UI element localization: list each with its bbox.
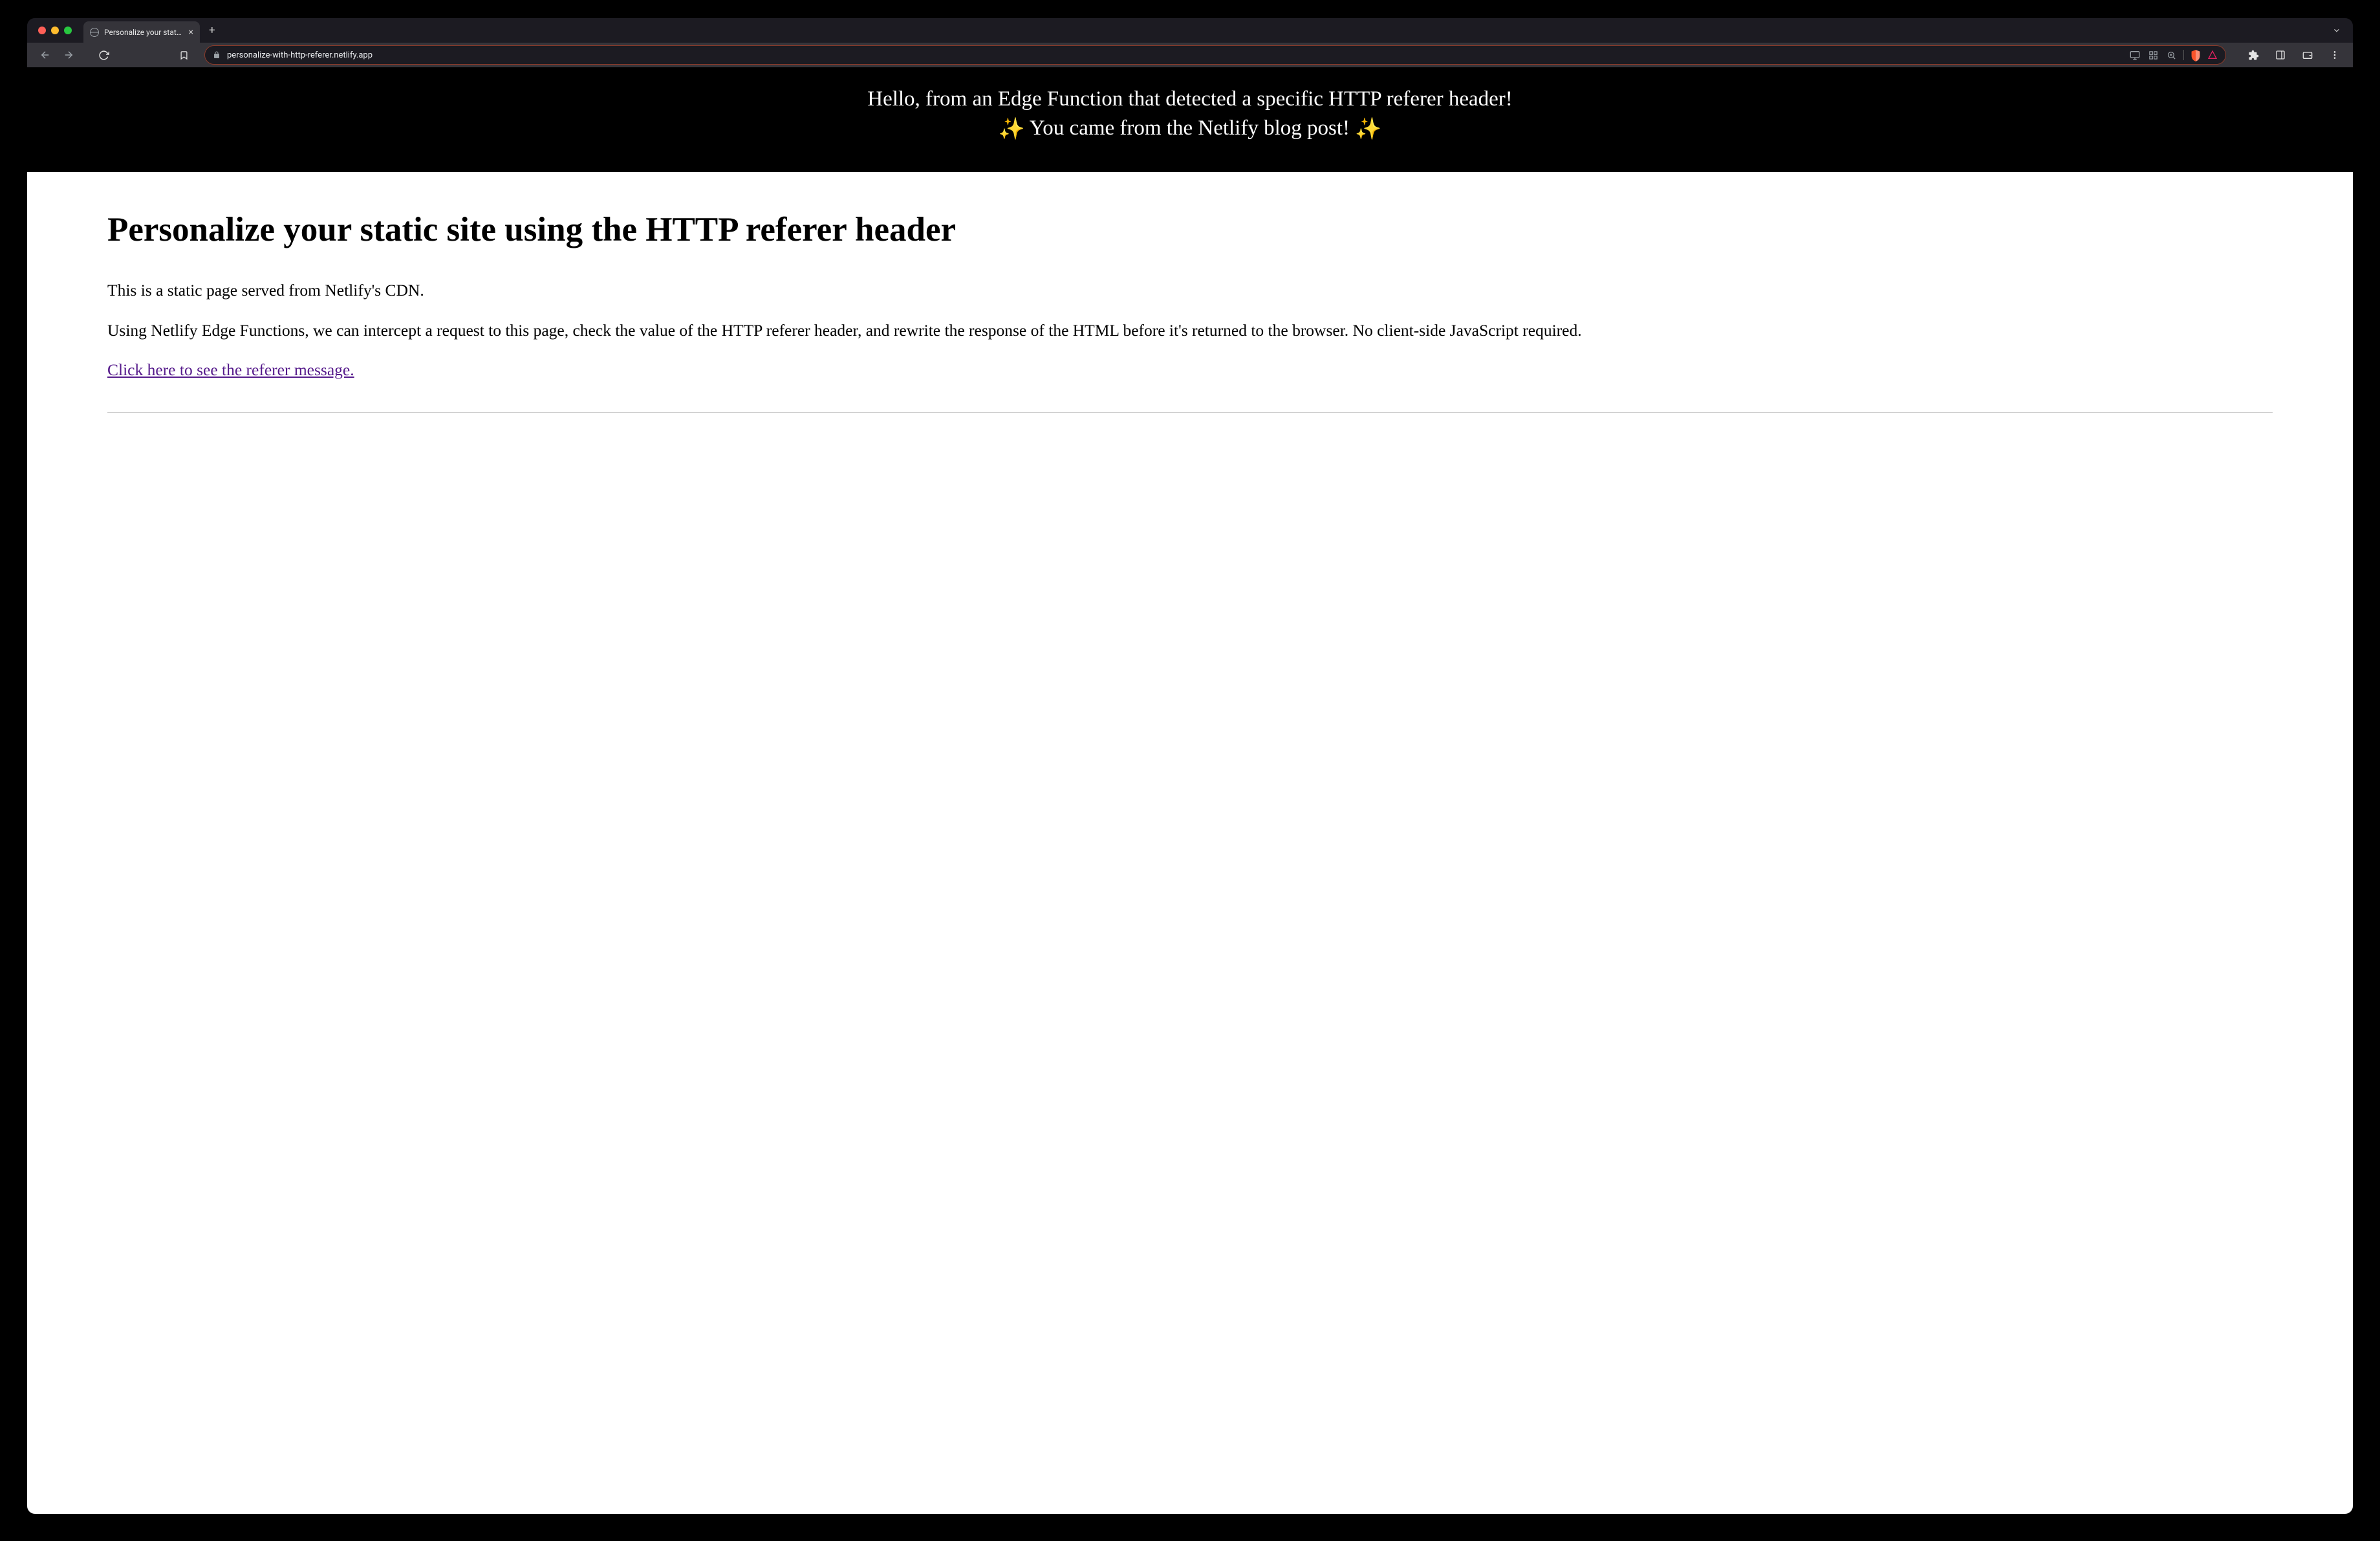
tab-title: Personalize your static site b: [104, 28, 184, 37]
address-bar-actions: [2129, 49, 2218, 61]
reload-button[interactable]: [94, 46, 113, 64]
window-close-button[interactable]: [38, 27, 46, 34]
lock-icon: [213, 49, 221, 61]
brave-wallet-icon[interactable]: [2207, 50, 2218, 60]
close-tab-icon[interactable]: ×: [189, 28, 193, 37]
paragraph-2: Using Netlify Edge Functions, we can int…: [107, 320, 2273, 342]
sidebar-button[interactable]: [2271, 46, 2289, 64]
hero-text-line1: Hello, from an Edge Function that detect…: [53, 85, 2327, 113]
brave-shield-icon[interactable]: [2191, 50, 2201, 60]
address-bar[interactable]: personalize-with-http-referer.netlify.ap…: [204, 45, 2226, 65]
divider: [107, 412, 2273, 413]
titlebar: Personalize your static site b × +: [27, 18, 2353, 43]
hero-banner: Hello, from an Edge Function that detect…: [27, 67, 2353, 172]
page-content: Personalize your static site using the H…: [27, 172, 2353, 1514]
bookmark-button[interactable]: [175, 46, 193, 64]
referer-link[interactable]: Click here to see the referer message.: [107, 360, 354, 379]
window-maximize-button[interactable]: [64, 27, 72, 34]
zoom-icon[interactable]: [2165, 49, 2177, 61]
tab-list-button[interactable]: [2332, 26, 2341, 35]
browser-tab[interactable]: Personalize your static site b ×: [83, 21, 200, 43]
wallet-button[interactable]: [2299, 46, 2317, 64]
globe-icon: [90, 28, 99, 37]
hero-text-line2: ✨ You came from the Netlify blog post! ✨: [53, 115, 2327, 144]
url-text: personalize-with-http-referer.netlify.ap…: [227, 50, 2123, 60]
menu-button[interactable]: [2326, 46, 2344, 64]
browser-window: Personalize your static site b × + perso…: [27, 18, 2353, 1514]
page-viewport: Hello, from an Edge Function that detect…: [27, 67, 2353, 1514]
separator: [2183, 50, 2184, 60]
sparkle-icon: ✨: [999, 116, 1025, 144]
traffic-lights: [27, 27, 72, 34]
toolbar: personalize-with-http-referer.netlify.ap…: [27, 43, 2353, 67]
paragraph-1: This is a static page served from Netlif…: [107, 279, 2273, 301]
desktop-icon[interactable]: [2129, 49, 2141, 61]
toolbar-right: [2244, 46, 2344, 64]
extensions-button[interactable]: [2244, 46, 2262, 64]
new-tab-button[interactable]: +: [209, 25, 215, 36]
window-minimize-button[interactable]: [51, 27, 59, 34]
hero-line2-text: You came from the Netlify blog post!: [1030, 116, 1350, 140]
forward-button[interactable]: [60, 46, 78, 64]
back-button[interactable]: [36, 46, 54, 64]
qr-icon[interactable]: [2147, 49, 2159, 61]
page-title: Personalize your static site using the H…: [107, 210, 2273, 250]
sparkle-icon: ✨: [1355, 116, 1381, 144]
